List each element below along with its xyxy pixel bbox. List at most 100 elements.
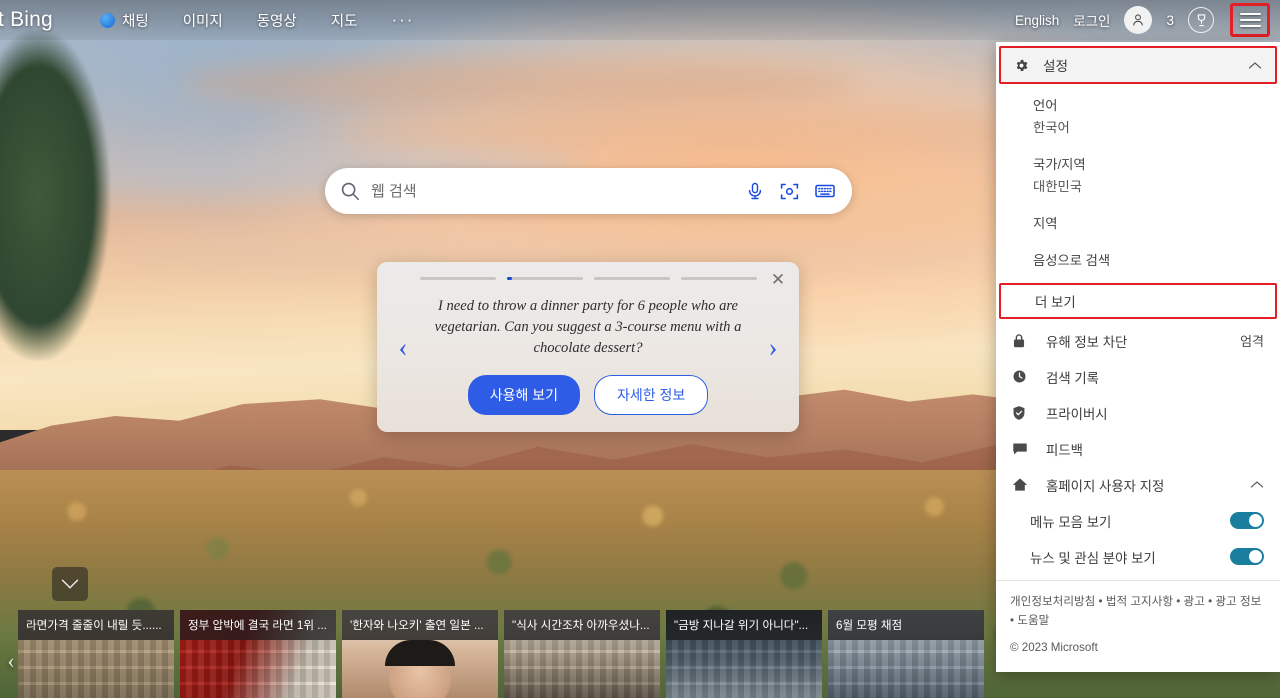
setting-more-button[interactable]: 더 보기 — [999, 282, 1277, 319]
toggle-row-news-interests[interactable]: 뉴스 및 관심 분야 보기 — [996, 539, 1280, 575]
search-box[interactable] — [325, 168, 852, 214]
news-card[interactable]: 라면가격 줄줄이 내릴 듯...... — [18, 610, 174, 698]
gear-icon — [1014, 58, 1029, 73]
nav-item-videos[interactable]: 동영상 — [257, 10, 297, 31]
promo-progress-bar[interactable] — [593, 277, 670, 280]
scroll-down-button[interactable] — [52, 567, 88, 601]
setting-label: 음성으로 검색 — [1033, 252, 1111, 268]
nav-label: 채팅 — [122, 13, 149, 30]
setting-value: 한국어 — [1033, 119, 1070, 135]
setting-country-region[interactable]: 국가/지역 대한민국 — [996, 151, 1280, 201]
rewards-count: 3 — [1166, 12, 1174, 28]
promo-buttons: 사용해 보기 자세한 정보 — [467, 375, 709, 416]
settings-header-row[interactable]: 설정 — [999, 46, 1277, 84]
news-card[interactable]: "금방 지나갈 위기 아니다"... — [666, 610, 822, 698]
news-card[interactable]: 정부 압박에 결국 라면 1위 ... — [180, 610, 336, 698]
toggle-row-menu-bar[interactable]: 메뉴 모음 보기 — [996, 503, 1280, 539]
signin-link[interactable]: 로그인 — [1073, 10, 1110, 30]
setting-value: 대한민국 — [1033, 178, 1082, 194]
nav-more-button[interactable]: ··· — [391, 10, 414, 30]
toggle-label: 뉴스 및 관심 분야 보기 — [1030, 550, 1156, 566]
chevron-left-icon[interactable]: ‹ — [390, 332, 416, 362]
news-title: "금방 지나갈 위기 아니다"... — [666, 610, 822, 640]
news-card[interactable]: 6월 모평 채점 — [828, 610, 984, 698]
chat-bubble-icon — [100, 12, 115, 28]
setting-label: 검색 기록 — [1046, 370, 1099, 386]
try-it-button[interactable]: 사용해 보기 — [467, 375, 580, 416]
person-icon — [1133, 14, 1144, 26]
site-header: ft Bing 채팅 이미지 동영상 지도 ··· English 로그인 — [0, 0, 1280, 40]
news-card[interactable]: "식사 시간조차 아까우셨나... — [504, 610, 660, 698]
shield-icon — [1012, 405, 1034, 421]
keyboard-icon[interactable] — [814, 180, 836, 202]
language-toggle[interactable]: English — [1015, 13, 1059, 28]
nav-label: 지도 — [330, 13, 358, 30]
setting-privacy[interactable]: 프라이버시 — [996, 395, 1280, 431]
setting-label: 홈페이지 사용자 지정 — [1046, 478, 1165, 494]
learn-more-button[interactable]: 자세한 정보 — [594, 375, 709, 416]
hamburger-menu-button[interactable] — [1230, 3, 1270, 37]
microphone-icon[interactable] — [745, 181, 765, 201]
comment-icon — [1012, 442, 1034, 456]
foreground-tree — [0, 30, 110, 360]
toggle-label: 메뉴 모음 보기 — [1030, 514, 1112, 530]
setting-label: 유해 정보 차단 — [1046, 334, 1128, 350]
footer-copyright: © 2023 Microsoft — [1010, 641, 1098, 655]
setting-customize-homepage[interactable]: 홈페이지 사용자 지정 — [996, 467, 1280, 503]
setting-label: 프라이버시 — [1046, 406, 1108, 422]
close-icon[interactable]: ✕ — [769, 271, 787, 290]
panel-footer: 개인정보처리방침 • 법적 고지사항 • 광고 • 광고 정보 • 도움말 © … — [996, 580, 1280, 672]
promo-progress-bar[interactable] — [419, 277, 496, 280]
settings-sub-group: 언어 한국어 국가/지역 대한민국 지역 음성으로 검색 — [996, 84, 1280, 279]
news-title: '한자와 나오키' 출연 일본 ... — [342, 610, 498, 640]
news-prev-button[interactable]: ‹ — [3, 646, 19, 676]
setting-feedback[interactable]: 피드백 — [996, 431, 1280, 467]
bing-homepage: ft Bing 채팅 이미지 동영상 지도 ··· English 로그인 — [0, 0, 1280, 698]
nav-label: 이미지 — [182, 13, 223, 30]
toggle-switch-menu-bar[interactable] — [1230, 512, 1264, 530]
footer-links[interactable]: 개인정보처리방침 • 법적 고지사항 • 광고 • 광고 정보 • 도움말 — [1010, 593, 1266, 630]
setting-voice-search[interactable]: 음성으로 검색 — [996, 247, 1280, 275]
header-right-group: English 로그인 3 — [1015, 3, 1280, 37]
news-card[interactable]: '한자와 나오키' 출연 일본 ... — [342, 610, 498, 698]
setting-label: 지역 — [1033, 215, 1058, 231]
promo-progress-bar-active[interactable] — [506, 277, 583, 280]
lock-icon — [1012, 333, 1034, 349]
cloud-streak — [340, 110, 1100, 154]
chevron-up-icon — [1250, 480, 1264, 489]
clock-icon — [1012, 369, 1034, 384]
nav-item-maps[interactable]: 지도 — [331, 10, 358, 31]
setting-label: 언어 — [1033, 98, 1058, 113]
bing-logo[interactable]: ft Bing — [0, 8, 70, 32]
nav-item-chat[interactable]: 채팅 — [100, 10, 149, 31]
search-input[interactable] — [371, 182, 745, 200]
promo-progress-bar[interactable] — [680, 277, 757, 280]
hamburger-menu-icon — [1239, 10, 1261, 31]
news-title: 정부 압박에 결국 라면 1위 ... — [180, 610, 336, 640]
setting-language[interactable]: 언어 한국어 — [996, 92, 1280, 142]
cloud-streak — [180, 58, 860, 110]
setting-label: 피드백 — [1046, 442, 1083, 458]
visual-search-icon[interactable] — [779, 181, 800, 202]
setting-search-history[interactable]: 검색 기록 — [996, 359, 1280, 395]
promo-quote: I need to throw a dinner party for 6 peo… — [434, 298, 742, 357]
nav-label: 동영상 — [256, 13, 297, 30]
chevron-down-icon — [61, 579, 79, 589]
chevron-up-icon — [1248, 61, 1262, 70]
chevron-right-icon[interactable]: › — [760, 332, 786, 362]
news-title: "식사 시간조차 아까우셨나... — [504, 610, 660, 640]
settings-header-label: 설정 — [1043, 59, 1069, 74]
main-nav: 채팅 이미지 동영상 지도 ··· — [100, 10, 414, 31]
setting-safesearch[interactable]: 유해 정보 차단 엄격 — [996, 323, 1280, 359]
settings-dropdown-panel: 설정 언어 한국어 국가/지역 대한민국 지역 음성으로 검색 더 보기 유해 … — [996, 42, 1280, 672]
avatar[interactable] — [1124, 6, 1153, 34]
nav-item-images[interactable]: 이미지 — [183, 10, 223, 31]
news-title: 6월 모평 채점 — [828, 610, 984, 640]
setting-region[interactable]: 지역 — [996, 210, 1280, 238]
rewards-badge[interactable] — [1188, 7, 1214, 33]
promo-progress-bars — [419, 277, 757, 280]
search-action-icons — [745, 180, 836, 202]
promo-card: ✕ ‹ › I need to throw a dinner party for… — [377, 262, 799, 432]
toggle-switch-news-interests[interactable] — [1230, 548, 1264, 566]
search-icon — [341, 182, 360, 201]
